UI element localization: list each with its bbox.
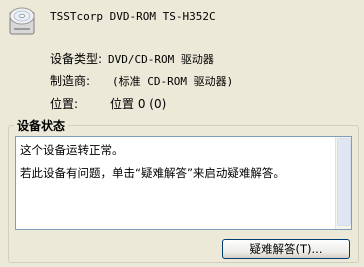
cd-drive-icon <box>8 4 36 40</box>
status-scrollbar[interactable] <box>335 137 351 229</box>
location-label: 位置: <box>50 97 79 111</box>
status-line-hint: 若此设备有问题，单击“疑难解答”来启动疑难解答。 <box>20 166 285 180</box>
device-status-text: 这个设备运转正常。 若此设备有问题，单击“疑难解答”来启动疑难解答。 <box>20 139 330 185</box>
status-line-ok: 这个设备运转正常。 <box>20 143 124 157</box>
device-status-group-title: 设备状态 <box>14 117 69 134</box>
location-value: 位置 0 (0) <box>110 97 167 111</box>
device-type-value: DVD/CD-ROM 驱动器 <box>108 53 214 66</box>
manufacturer-value: (标准 CD-ROM 驱动器) <box>112 75 234 88</box>
device-type-label: 设备类型: <box>50 52 103 66</box>
device-properties-general-page: TSSTcorp DVD-ROM TS-H352C 设备类型: DVD/CD-R… <box>0 0 364 267</box>
device-name: TSSTcorp DVD-ROM TS-H352C <box>50 10 216 23</box>
status-scrollbar-thumb[interactable] <box>337 138 351 226</box>
manufacturer-label: 制造商: <box>50 74 91 88</box>
device-status-textbox[interactable]: 这个设备运转正常。 若此设备有问题，单击“疑难解答”来启动疑难解答。 <box>15 136 352 230</box>
troubleshoot-button[interactable]: 疑难解答(T)... <box>222 239 350 259</box>
